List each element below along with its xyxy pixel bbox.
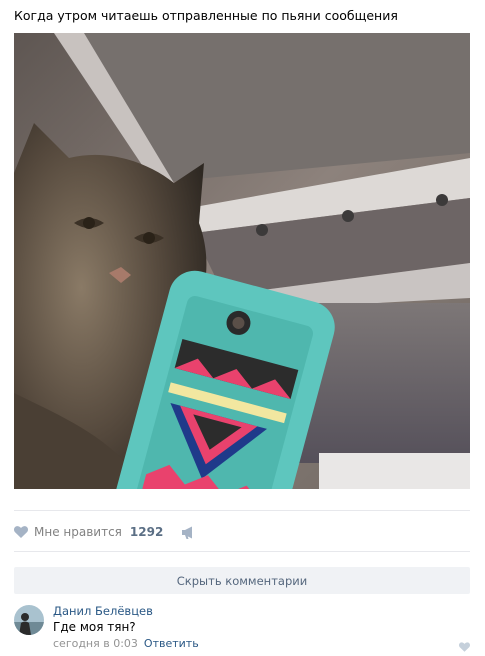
heart-icon: [14, 526, 28, 538]
comment-body: Данил Белёвцев Где моя тян? сегодня в 0:…: [53, 604, 199, 651]
megaphone-icon: [182, 526, 193, 539]
comment-author[interactable]: Данил Белёвцев: [53, 604, 199, 618]
comment-like-button[interactable]: [459, 637, 470, 656]
heart-icon: [459, 642, 470, 652]
hide-comments-button[interactable]: Скрыть комментарии: [14, 567, 470, 594]
like-count: 1292: [129, 525, 164, 539]
like-button[interactable]: Мне нравится 1292: [14, 525, 163, 539]
comment-item: Данил Белёвцев Где моя тян? сегодня в 0:…: [14, 604, 470, 652]
post-text: Когда утром читаешь отправленные по пьян…: [14, 8, 398, 23]
like-label: Мне нравится: [34, 525, 122, 539]
share-button[interactable]: [181, 526, 195, 539]
divider: [14, 510, 470, 511]
post-actions: Мне нравится 1292: [14, 522, 195, 542]
comment-meta: сегодня в 0:03 Ответить: [53, 637, 199, 651]
cat-selfie-image: [14, 33, 470, 489]
avatar[interactable]: [14, 605, 44, 635]
divider: [14, 551, 470, 552]
comment-text: Где моя тян?: [53, 620, 136, 634]
post-photo[interactable]: [14, 33, 470, 489]
reply-link[interactable]: Ответить: [144, 637, 199, 650]
comment-time[interactable]: сегодня в 0:03: [53, 637, 138, 650]
